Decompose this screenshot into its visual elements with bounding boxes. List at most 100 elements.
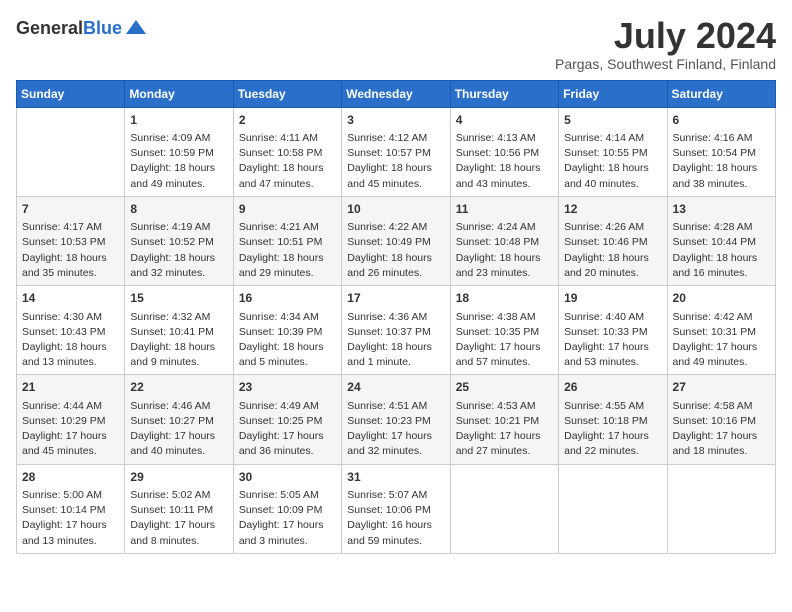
cell-text-line: and 22 minutes.	[564, 444, 661, 459]
calendar-cell	[559, 464, 667, 553]
cell-content: 26Sunrise: 4:55 AMSunset: 10:18 PMDaylig…	[564, 379, 661, 459]
logo-general: General	[16, 18, 83, 38]
cell-content: 20Sunrise: 4:42 AMSunset: 10:31 PMDaylig…	[673, 290, 770, 370]
calendar-cell: 26Sunrise: 4:55 AMSunset: 10:18 PMDaylig…	[559, 375, 667, 464]
calendar-cell: 21Sunrise: 4:44 AMSunset: 10:29 PMDaylig…	[17, 375, 125, 464]
logo: GeneralBlue	[16, 16, 148, 40]
day-number: 8	[130, 201, 227, 218]
calendar-week-3: 14Sunrise: 4:30 AMSunset: 10:43 PMDaylig…	[17, 286, 776, 375]
cell-text-line: Sunrise: 4:11 AM	[239, 131, 336, 146]
calendar-cell: 2Sunrise: 4:11 AMSunset: 10:58 PMDayligh…	[233, 107, 341, 196]
calendar-cell: 11Sunrise: 4:24 AMSunset: 10:48 PMDaylig…	[450, 196, 558, 285]
cell-text-line: Sunset: 10:39 PM	[239, 325, 336, 340]
cell-text-line: Sunrise: 4:22 AM	[347, 220, 444, 235]
cell-text-line: Sunrise: 5:00 AM	[22, 488, 119, 503]
cell-content: 5Sunrise: 4:14 AMSunset: 10:55 PMDayligh…	[564, 112, 661, 192]
day-number: 12	[564, 201, 661, 218]
title-block: July 2024 Pargas, Southwest Finland, Fin…	[555, 16, 776, 72]
cell-text-line: Sunrise: 4:51 AM	[347, 399, 444, 414]
cell-text-line: Sunset: 10:48 PM	[456, 235, 553, 250]
cell-text-line: and 26 minutes.	[347, 266, 444, 281]
cell-text-line: and 40 minutes.	[564, 177, 661, 192]
day-number: 6	[673, 112, 770, 129]
location: Pargas, Southwest Finland, Finland	[555, 56, 776, 72]
cell-text-line: Sunset: 10:44 PM	[673, 235, 770, 250]
weekday-header-tuesday: Tuesday	[233, 80, 341, 107]
cell-text-line: and 57 minutes.	[456, 355, 553, 370]
page-header: GeneralBlue July 2024 Pargas, Southwest …	[16, 16, 776, 72]
cell-text-line: Daylight: 18 hours	[130, 340, 227, 355]
cell-content: 4Sunrise: 4:13 AMSunset: 10:56 PMDayligh…	[456, 112, 553, 192]
cell-text-line: Sunrise: 4:24 AM	[456, 220, 553, 235]
cell-content: 28Sunrise: 5:00 AMSunset: 10:14 PMDaylig…	[22, 469, 119, 549]
cell-text-line: Daylight: 17 hours	[239, 518, 336, 533]
cell-content: 15Sunrise: 4:32 AMSunset: 10:41 PMDaylig…	[130, 290, 227, 370]
cell-text-line: Sunset: 10:09 PM	[239, 503, 336, 518]
calendar-cell: 16Sunrise: 4:34 AMSunset: 10:39 PMDaylig…	[233, 286, 341, 375]
cell-text-line: Sunset: 10:23 PM	[347, 414, 444, 429]
cell-text-line: Sunrise: 4:53 AM	[456, 399, 553, 414]
cell-content: 9Sunrise: 4:21 AMSunset: 10:51 PMDayligh…	[239, 201, 336, 281]
cell-content: 23Sunrise: 4:49 AMSunset: 10:25 PMDaylig…	[239, 379, 336, 459]
calendar-cell	[667, 464, 775, 553]
cell-content: 17Sunrise: 4:36 AMSunset: 10:37 PMDaylig…	[347, 290, 444, 370]
cell-text-line: Sunset: 10:25 PM	[239, 414, 336, 429]
cell-text-line: Sunrise: 4:34 AM	[239, 310, 336, 325]
weekday-header-wednesday: Wednesday	[342, 80, 450, 107]
day-number: 4	[456, 112, 553, 129]
cell-text-line: and 35 minutes.	[22, 266, 119, 281]
cell-text-line: and 9 minutes.	[130, 355, 227, 370]
cell-text-line: Sunset: 10:16 PM	[673, 414, 770, 429]
cell-text-line: and 13 minutes.	[22, 534, 119, 549]
day-number: 1	[130, 112, 227, 129]
cell-text-line: Daylight: 18 hours	[239, 340, 336, 355]
calendar-cell: 28Sunrise: 5:00 AMSunset: 10:14 PMDaylig…	[17, 464, 125, 553]
cell-text-line: and 20 minutes.	[564, 266, 661, 281]
cell-text-line: and 40 minutes.	[130, 444, 227, 459]
weekday-header-friday: Friday	[559, 80, 667, 107]
cell-content: 24Sunrise: 4:51 AMSunset: 10:23 PMDaylig…	[347, 379, 444, 459]
cell-text-line: Sunrise: 4:30 AM	[22, 310, 119, 325]
cell-text-line: Sunrise: 4:44 AM	[22, 399, 119, 414]
cell-text-line: Sunset: 10:43 PM	[22, 325, 119, 340]
day-number: 5	[564, 112, 661, 129]
cell-content: 10Sunrise: 4:22 AMSunset: 10:49 PMDaylig…	[347, 201, 444, 281]
cell-content: 13Sunrise: 4:28 AMSunset: 10:44 PMDaylig…	[673, 201, 770, 281]
cell-text-line: Daylight: 18 hours	[239, 161, 336, 176]
cell-text-line: Sunset: 10:51 PM	[239, 235, 336, 250]
calendar-cell: 24Sunrise: 4:51 AMSunset: 10:23 PMDaylig…	[342, 375, 450, 464]
cell-text-line: Daylight: 17 hours	[673, 340, 770, 355]
day-number: 25	[456, 379, 553, 396]
cell-text-line: and 16 minutes.	[673, 266, 770, 281]
cell-text-line: Sunrise: 4:36 AM	[347, 310, 444, 325]
cell-text-line: Sunset: 10:59 PM	[130, 146, 227, 161]
cell-text-line: Sunset: 10:56 PM	[456, 146, 553, 161]
day-number: 26	[564, 379, 661, 396]
cell-text-line: Daylight: 17 hours	[564, 340, 661, 355]
calendar-cell: 8Sunrise: 4:19 AMSunset: 10:52 PMDayligh…	[125, 196, 233, 285]
day-number: 17	[347, 290, 444, 307]
cell-text-line: and 49 minutes.	[673, 355, 770, 370]
cell-text-line: Sunrise: 4:21 AM	[239, 220, 336, 235]
cell-text-line: Sunset: 10:33 PM	[564, 325, 661, 340]
cell-text-line: Sunset: 10:37 PM	[347, 325, 444, 340]
day-number: 7	[22, 201, 119, 218]
weekday-header-row: SundayMondayTuesdayWednesdayThursdayFrid…	[17, 80, 776, 107]
weekday-header-sunday: Sunday	[17, 80, 125, 107]
cell-text-line: Sunset: 10:49 PM	[347, 235, 444, 250]
cell-text-line: Daylight: 17 hours	[22, 518, 119, 533]
cell-content: 30Sunrise: 5:05 AMSunset: 10:09 PMDaylig…	[239, 469, 336, 549]
cell-text-line: Daylight: 18 hours	[130, 161, 227, 176]
day-number: 10	[347, 201, 444, 218]
cell-text-line: Sunset: 10:11 PM	[130, 503, 227, 518]
cell-text-line: Sunset: 10:57 PM	[347, 146, 444, 161]
calendar-week-2: 7Sunrise: 4:17 AMSunset: 10:53 PMDayligh…	[17, 196, 776, 285]
cell-text-line: Sunrise: 4:40 AM	[564, 310, 661, 325]
weekday-header-thursday: Thursday	[450, 80, 558, 107]
weekday-header-monday: Monday	[125, 80, 233, 107]
cell-content: 8Sunrise: 4:19 AMSunset: 10:52 PMDayligh…	[130, 201, 227, 281]
cell-text-line: Daylight: 18 hours	[564, 161, 661, 176]
cell-content: 29Sunrise: 5:02 AMSunset: 10:11 PMDaylig…	[130, 469, 227, 549]
cell-text-line: and 1 minute.	[347, 355, 444, 370]
calendar-cell: 30Sunrise: 5:05 AMSunset: 10:09 PMDaylig…	[233, 464, 341, 553]
